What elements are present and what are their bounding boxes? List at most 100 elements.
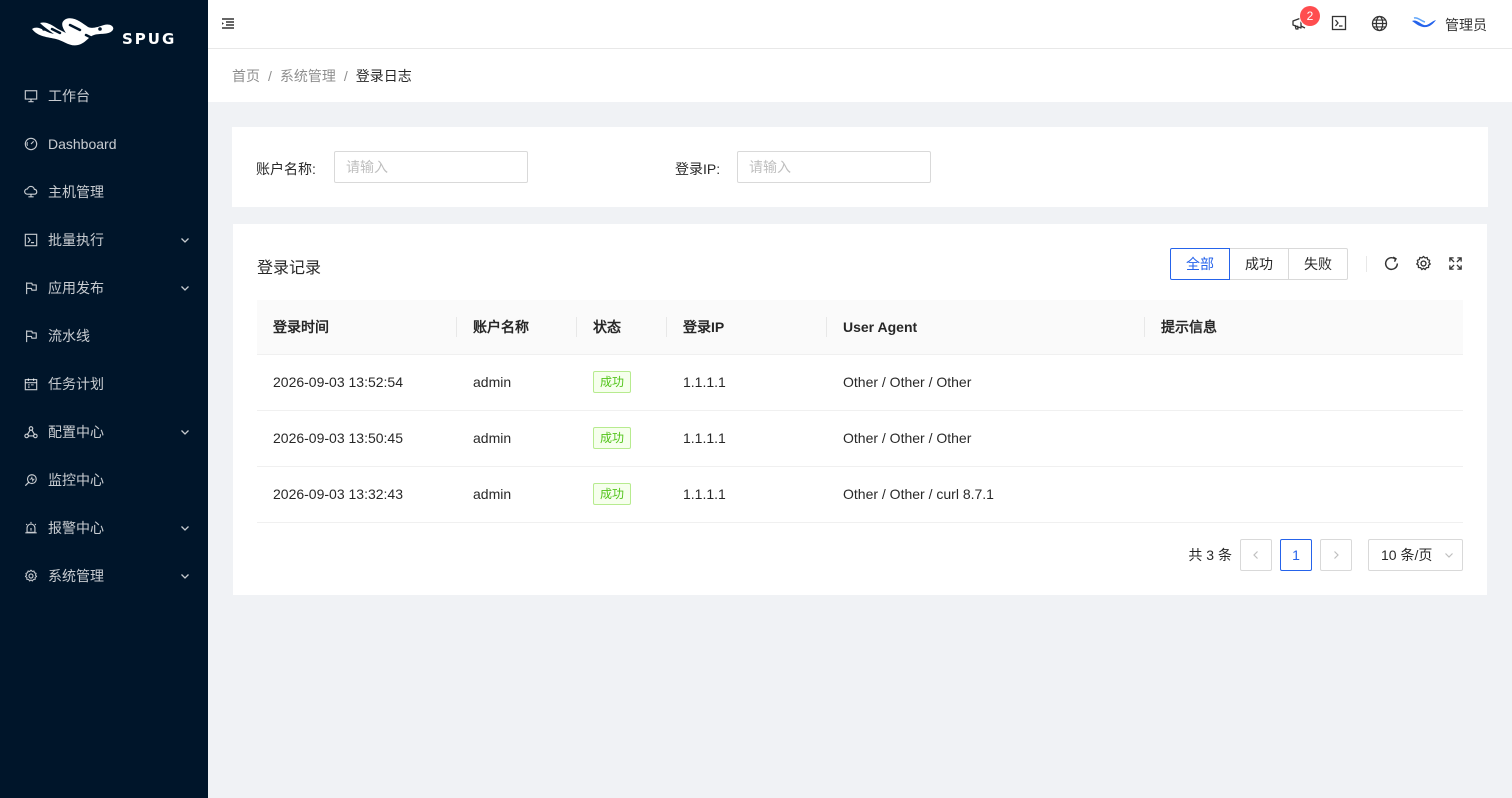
cell-message [1145, 410, 1463, 467]
sidebar-item-label: 批量执行 [48, 232, 104, 248]
breadcrumb-home[interactable]: 首页 [232, 66, 260, 86]
sidebar-item-label: 监控中心 [48, 472, 104, 488]
column-setting-icon[interactable] [1414, 254, 1432, 272]
pagination: 共 3 条 1 10 条/页 [1188, 539, 1463, 571]
sidebar-item-label: 配置中心 [48, 424, 104, 440]
sidebar-item-1[interactable]: Dashboard [0, 120, 208, 168]
sidebar-item-7[interactable]: 配置中心 [0, 408, 208, 456]
column-header-message: 提示信息 [1145, 300, 1463, 355]
filter-success-button[interactable]: 成功 [1229, 248, 1289, 280]
sidebar-item-label: 工作台 [48, 88, 90, 104]
sidebar-item-label: 任务计划 [48, 376, 104, 392]
card-title: 登录记录 [257, 260, 322, 277]
user-name: 管理员 [1445, 16, 1487, 33]
sidebar-item-2[interactable]: 主机管理 [0, 168, 208, 216]
sidebar-item-label: 流水线 [48, 328, 90, 344]
flag-icon [24, 329, 38, 343]
table-row[interactable]: 2026-09-03 13:32:43 admin 成功 1.1.1.1 Oth… [257, 466, 1463, 523]
cell-user-agent: Other / Other / curl 8.7.1 [827, 466, 1145, 523]
cell-ip: 1.1.1.1 [667, 354, 827, 411]
page-size-value: 10 条/页 [1381, 547, 1433, 563]
chevron-down-icon [1445, 553, 1453, 558]
sidebar-item-label: 报警中心 [48, 520, 104, 536]
notification-button[interactable]: 2 [1279, 0, 1320, 49]
cell-account: admin [457, 466, 577, 523]
pagination-total: 共 3 条 [1188, 547, 1232, 563]
schedule-icon [24, 377, 38, 391]
cloud-server-icon [24, 185, 38, 199]
dashboard-icon [24, 137, 38, 151]
column-header-account: 账户名称 [457, 300, 577, 355]
desktop-icon [24, 89, 38, 103]
next-page-button[interactable] [1320, 539, 1352, 571]
menu-fold-icon[interactable] [220, 16, 236, 32]
cell-user-agent: Other / Other / Other [827, 410, 1145, 467]
page-button-1[interactable]: 1 [1280, 539, 1312, 571]
language-button[interactable] [1359, 0, 1399, 49]
cell-time: 2026-09-03 13:32:43 [257, 466, 457, 523]
brand-logo[interactable]: SPUG [0, 0, 208, 68]
ip-filter-label: 登录IP: [675, 161, 721, 177]
fullscreen-icon[interactable] [1446, 254, 1464, 272]
breadcrumb-system[interactable]: 系统管理 [280, 66, 336, 86]
cell-ip: 1.1.1.1 [667, 466, 827, 523]
cell-ip: 1.1.1.1 [667, 410, 827, 467]
column-header-time: 登录时间 [257, 300, 457, 355]
ip-filter-input[interactable] [737, 151, 931, 183]
sidebar-item-4[interactable]: 应用发布 [0, 264, 208, 312]
column-header-ip: 登录IP [667, 300, 827, 355]
chevron-left-icon [1253, 551, 1258, 559]
table-row[interactable]: 2026-09-03 13:50:45 admin 成功 1.1.1.1 Oth… [257, 410, 1463, 467]
code-icon [24, 233, 38, 247]
cell-time: 2026-09-03 13:50:45 [257, 410, 457, 467]
sidebar-item-8[interactable]: 监控中心 [0, 456, 208, 504]
status-filter-group: 全部 成功 失败 [1170, 248, 1348, 280]
cell-account: admin [457, 354, 577, 411]
sidebar-item-9[interactable]: 报警中心 [0, 504, 208, 552]
chevron-down-icon [180, 427, 190, 437]
column-header-user-agent: User Agent [827, 300, 1145, 355]
flag-icon [24, 281, 38, 295]
sidebar-item-6[interactable]: 任务计划 [0, 360, 208, 408]
reload-icon[interactable] [1382, 254, 1400, 272]
login-records-table: 登录时间 账户名称 状态 登录IP User Agent 提示信息 2026-0… [257, 300, 1463, 523]
status-badge: 成功 [593, 483, 632, 505]
cell-message [1145, 354, 1463, 411]
brand-name: SPUG [122, 30, 177, 48]
sidebar-item-5[interactable]: 流水线 [0, 312, 208, 360]
sidebar-item-label: 系统管理 [48, 568, 104, 584]
sidebar: SPUG 工作台 Dashboard 主机管理批量执行应用发布流水线任务计划配置中心… [0, 0, 208, 798]
sidebar-item-0[interactable]: 工作台 [0, 72, 208, 120]
globe-icon [1371, 15, 1388, 35]
user-menu[interactable]: 管理员 [1399, 0, 1512, 49]
sidebar-item-label: 应用发布 [48, 280, 104, 296]
cell-user-agent: Other / Other / Other [827, 354, 1145, 411]
breadcrumb-separator: / [343, 67, 348, 84]
top-header: 2 管理员 [208, 0, 1512, 49]
chevron-down-icon [180, 523, 190, 533]
cell-status: 成功 [577, 410, 667, 467]
sidebar-item-3[interactable]: 批量执行 [0, 216, 208, 264]
breadcrumb-current: 登录日志 [355, 67, 412, 84]
terminal-icon [1331, 15, 1347, 34]
user-avatar-icon [1411, 16, 1437, 33]
deployment-icon [24, 425, 38, 439]
filter-fail-button[interactable]: 失败 [1288, 248, 1348, 280]
cell-account: admin [457, 410, 577, 467]
account-filter-label: 账户名称: [256, 161, 316, 177]
notification-badge: 2 [1300, 6, 1320, 26]
spug-logo-icon [32, 18, 114, 46]
prev-page-button[interactable] [1240, 539, 1272, 571]
status-badge: 成功 [593, 371, 632, 393]
breadcrumb-separator: / [268, 67, 272, 84]
breadcrumb: 首页 / 系统管理 / 登录日志 [208, 49, 1512, 102]
account-filter-input[interactable] [334, 151, 528, 183]
page-size-select[interactable]: 10 条/页 [1368, 539, 1463, 571]
sidebar-item-10[interactable]: 系统管理 [0, 552, 208, 600]
chevron-right-icon [1334, 551, 1339, 559]
table-row[interactable]: 2026-09-03 13:52:54 admin 成功 1.1.1.1 Oth… [257, 354, 1463, 411]
cell-status: 成功 [577, 354, 667, 411]
web-terminal-button[interactable] [1319, 0, 1359, 49]
filter-all-button[interactable]: 全部 [1170, 248, 1230, 280]
alert-icon [24, 521, 38, 535]
